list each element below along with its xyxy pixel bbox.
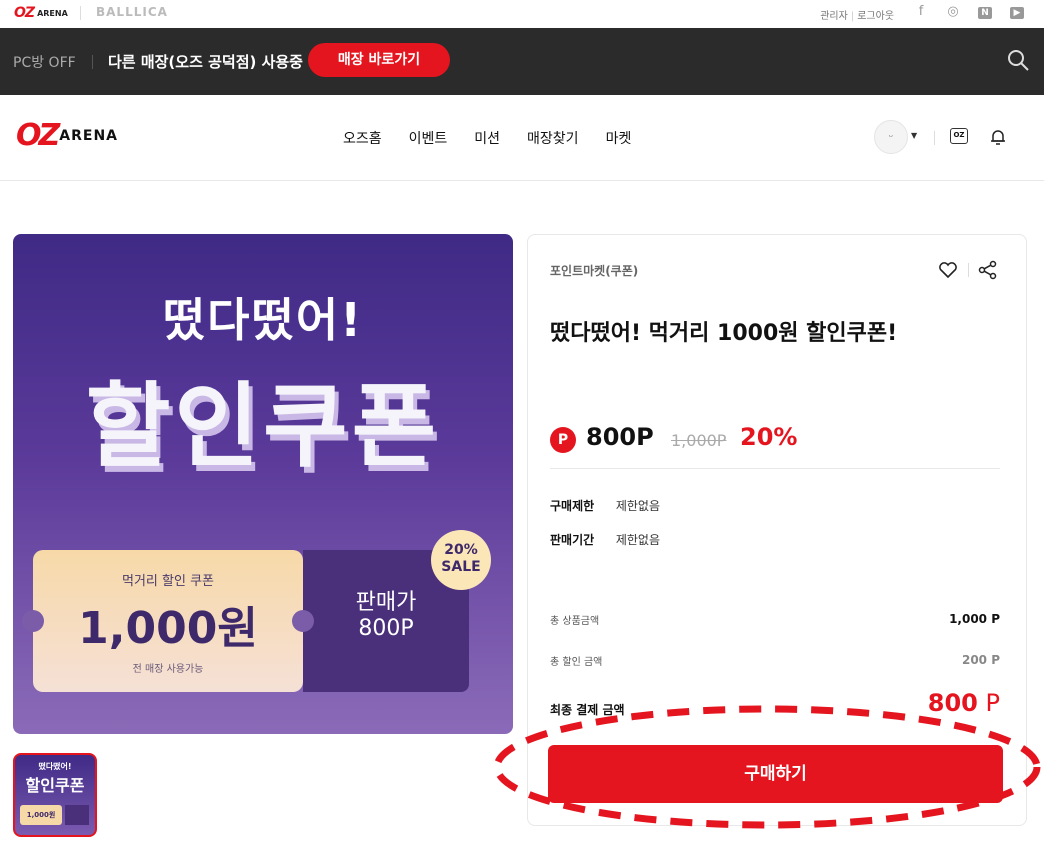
final-amount-unit: P [977,689,1000,717]
sale-period-label: 판매기간 [550,533,595,547]
total-amount-row: 총 상품금액 1,000 P [550,612,1000,627]
facebook-icon[interactable]: f [912,4,930,19]
divider [968,263,969,277]
brand-arena-text: ARENA [59,128,118,144]
ticket-notch [22,610,44,632]
buy-button[interactable]: 구매하기 [548,745,1003,803]
hero-title: 할인쿠폰 [85,373,441,480]
nav-item-event[interactable]: 이벤트 [409,128,448,148]
discount-percent: 20% [740,423,798,451]
sale-price-value: 800P [358,616,414,641]
discount-amount-value: 200 P [961,653,1000,667]
sale-price-label: 판매가 [355,590,417,615]
purchase-limit-value: 제한없음 [615,499,660,513]
account-links: 관리자 | 로그아웃 [820,11,894,22]
caret-down-icon[interactable]: ▼ [911,131,917,140]
brand-oz-text: OZ [16,118,60,153]
admin-link[interactable]: 관리자 [820,11,848,22]
naver-icon[interactable]: N [976,4,994,19]
ticket-label: 먹거리 할인 쿠폰 [122,574,214,589]
nav-menu: 오즈홈 이벤트 미션 매장찾기 마켓 [343,128,631,148]
sale-price: 800P [586,423,654,451]
ticket-note: 전 매장 사용가능 [132,664,204,675]
utility-bar: OZ ARENA BALLLICA 관리자 | 로그아웃 f ◎ N ▶ [0,0,1044,28]
sale-percent: 20% [444,542,478,558]
nav-item-store-finder[interactable]: 매장찾기 [527,128,579,148]
ticket-amount: 1,000원 [78,603,258,654]
total-amount-label: 총 상품금액 [550,616,600,627]
thumb-title: 할인쿠폰 [25,776,85,795]
final-amount-number: 800 [927,689,978,717]
coupon-ticket: 먹거리 할인 쿠폰 1,000원 전 매장 사용가능 [33,550,303,692]
thumb-amount: 1,000원 [20,805,62,825]
heart-icon[interactable] [938,261,958,279]
share-icon[interactable] [978,260,998,280]
final-amount-value: 800 P [928,689,1000,717]
product-title: 떴다떴어! 먹거리 1000원 할인쿠폰! [550,321,898,346]
discount-amount-label: 총 할인 금액 [550,657,603,668]
hero-headline: 떴다떴어! [162,293,364,347]
purchase-limit-row: 구매제한 제한없음 [550,497,660,514]
nav-item-market[interactable]: 마켓 [606,128,632,148]
search-icon[interactable] [1006,48,1030,72]
logo-arena-text: ARENA [37,8,68,18]
nav-item-mission[interactable]: 미션 [474,128,500,148]
divider [80,6,81,20]
logo-oz-text: OZ [14,5,35,21]
divider [934,131,935,145]
logout-link[interactable]: 로그아웃 [857,11,894,22]
pc-monitor-icon[interactable]: OZ [950,128,968,144]
ticket-notch [292,610,314,632]
discount-amount-row: 총 할인 금액 200 P [550,653,1000,668]
main-nav: OZ ARENA 오즈홈 이벤트 미션 매장찾기 마켓 ᵕ ▼ OZ [0,95,1044,181]
original-price: 1,000P [671,431,727,450]
avatar[interactable]: ᵕ [874,120,908,154]
oz-arena-small-logo[interactable]: OZ ARENA [14,5,68,21]
thumb-headline: 떴다떴어! [38,762,72,771]
battlica-logo[interactable]: BALLLICA [96,5,168,19]
sale-badge: 20% SALE [431,530,491,590]
instagram-icon[interactable]: ◎ [944,4,962,19]
product-info-card: 포인트마켓(쿠폰) 떴다떴어! 먹거리 1000원 할인쿠폰! P 800P 1… [527,234,1027,826]
bell-icon[interactable] [988,127,1008,147]
thumb-price-panel [65,805,89,825]
nav-item-oz-home[interactable]: 오즈홈 [343,128,382,148]
social-links: f ◎ N ▶ [912,4,1026,19]
go-to-store-button[interactable]: 매장 바로가기 [308,43,450,77]
youtube-icon[interactable]: ▶ [1008,4,1026,19]
point-icon: P [550,427,576,453]
final-amount-label: 최종 결제 금액 [550,703,625,717]
oz-arena-logo[interactable]: OZ ARENA [16,118,118,153]
store-status: 다른 매장(오즈 공덕점) 사용중 [108,53,303,71]
pc-status: PC방 OFF [13,55,76,71]
divider [550,468,1000,469]
sale-period-row: 판매기간 제한없음 [550,531,660,548]
store-status-bar: PC방 OFF 다른 매장(오즈 공덕점) 사용중 매장 바로가기 [0,28,1044,95]
product-category[interactable]: 포인트마켓(쿠폰) [550,262,638,279]
total-amount-value: 1,000 P [949,612,1000,626]
sale-period-value: 제한없음 [615,533,660,547]
divider [92,55,93,69]
product-thumbnail[interactable]: 떴다떴어! 할인쿠폰 1,000원 [13,753,97,837]
sale-word: SALE [441,559,481,575]
purchase-limit-label: 구매제한 [550,499,595,513]
product-main-image: 떴다떴어! 할인쿠폰 먹거리 할인 쿠폰 1,000원 전 매장 사용가능 판매… [13,234,513,734]
